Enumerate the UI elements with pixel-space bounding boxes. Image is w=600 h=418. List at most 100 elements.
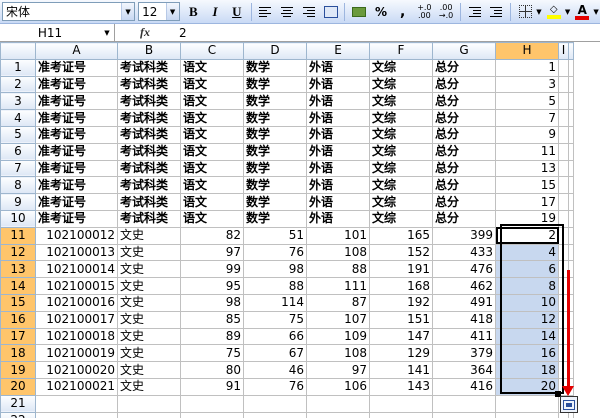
select-all-corner[interactable]: [0, 42, 36, 60]
column-header-f[interactable]: F: [369, 42, 433, 60]
column-header-a[interactable]: A: [35, 42, 118, 60]
fill-color-button[interactable]: ◇: [544, 2, 564, 22]
row-header[interactable]: 5: [0, 125, 36, 144]
cell-wz[interactable]: 165: [369, 226, 433, 245]
cell-h[interactable]: 3: [495, 75, 559, 94]
column-header-e[interactable]: E: [306, 42, 370, 60]
header-cell[interactable]: 外语: [306, 109, 370, 127]
cell-math[interactable]: 76: [243, 243, 307, 262]
chevron-down-icon[interactable]: ▼: [592, 8, 600, 16]
empty-cell[interactable]: [306, 394, 370, 413]
empty-cell[interactable]: [432, 411, 496, 418]
borders-button[interactable]: [515, 2, 535, 22]
empty-cell[interactable]: [558, 75, 569, 94]
header-cell[interactable]: 考试科类: [117, 125, 181, 144]
header-cell[interactable]: 总分: [432, 58, 496, 77]
chevron-down-icon[interactable]: ▼: [564, 8, 572, 16]
header-cell[interactable]: 准考证号: [35, 176, 118, 195]
empty-cell[interactable]: [558, 58, 569, 77]
cell-foreign[interactable]: 106: [306, 377, 370, 396]
align-center-button[interactable]: [277, 2, 297, 22]
header-cell[interactable]: 总分: [432, 92, 496, 111]
header-cell[interactable]: 语文: [180, 109, 244, 127]
cell-chinese[interactable]: 98: [180, 293, 244, 312]
header-cell[interactable]: 准考证号: [35, 159, 118, 178]
cell-foreign[interactable]: 101: [306, 226, 370, 245]
cell-type[interactable]: 文史: [117, 310, 181, 329]
cell-chinese[interactable]: 91: [180, 377, 244, 396]
empty-cell[interactable]: [558, 193, 569, 211]
header-cell[interactable]: 文综: [369, 125, 433, 144]
row-header[interactable]: 9: [0, 193, 36, 211]
header-cell[interactable]: 外语: [306, 176, 370, 195]
cell-h[interactable]: 5: [495, 92, 559, 111]
row-header[interactable]: 7: [0, 159, 36, 178]
cell-total[interactable]: 491: [432, 293, 496, 312]
increase-indent-button[interactable]: [487, 2, 507, 22]
cell-id[interactable]: 102100017: [35, 310, 118, 329]
cell-foreign[interactable]: 88: [306, 260, 370, 279]
empty-cell[interactable]: [369, 411, 433, 418]
cell-wz[interactable]: 129: [369, 344, 433, 363]
font-name-combo[interactable]: 宋体 ▼: [2, 2, 136, 21]
header-cell[interactable]: 总分: [432, 75, 496, 94]
font-color-button[interactable]: A: [572, 2, 592, 22]
header-cell[interactable]: 数学: [243, 92, 307, 111]
header-cell[interactable]: 准考证号: [35, 125, 118, 144]
header-cell[interactable]: 外语: [306, 209, 370, 228]
cell-chinese[interactable]: 97: [180, 243, 244, 262]
row-header[interactable]: 13: [0, 260, 36, 279]
column-header-i[interactable]: I: [558, 42, 569, 60]
cell-wz[interactable]: 191: [369, 260, 433, 279]
cell-h[interactable]: 10: [495, 293, 559, 312]
cell-foreign[interactable]: 97: [306, 361, 370, 379]
row-header[interactable]: 18: [0, 344, 36, 363]
cell-type[interactable]: 文史: [117, 344, 181, 363]
cell-id[interactable]: 102100020: [35, 361, 118, 379]
row-header[interactable]: 21: [0, 394, 36, 413]
header-cell[interactable]: 数学: [243, 176, 307, 195]
cell-h[interactable]: 18: [495, 361, 559, 379]
italic-button[interactable]: I: [205, 2, 225, 22]
cell-chinese[interactable]: 95: [180, 277, 244, 295]
currency-button[interactable]: [349, 2, 369, 22]
header-cell[interactable]: 准考证号: [35, 209, 118, 228]
cell-wz[interactable]: 147: [369, 327, 433, 346]
formula-input[interactable]: 2: [175, 26, 187, 40]
chevron-down-icon[interactable]: ▼: [535, 8, 543, 16]
header-cell[interactable]: 数学: [243, 159, 307, 178]
cell-chinese[interactable]: 99: [180, 260, 244, 279]
header-cell[interactable]: 总分: [432, 209, 496, 228]
cell-id[interactable]: 102100015: [35, 277, 118, 295]
empty-cell[interactable]: [180, 411, 244, 418]
align-left-button[interactable]: [256, 2, 276, 22]
empty-cell[interactable]: [568, 193, 574, 211]
header-cell[interactable]: 文综: [369, 142, 433, 161]
empty-cell[interactable]: [558, 142, 569, 161]
cell-h[interactable]: 2: [495, 226, 559, 245]
header-cell[interactable]: 语文: [180, 159, 244, 178]
cell-id[interactable]: 102100021: [35, 377, 118, 396]
cell-type[interactable]: 文史: [117, 361, 181, 379]
row-header[interactable]: 20: [0, 377, 36, 396]
cell-type[interactable]: 文史: [117, 277, 181, 295]
header-cell[interactable]: 语文: [180, 125, 244, 144]
header-cell[interactable]: 总分: [432, 109, 496, 127]
auto-fill-options-button[interactable]: [560, 396, 578, 413]
cell-type[interactable]: 文史: [117, 226, 181, 245]
header-cell[interactable]: 语文: [180, 209, 244, 228]
header-cell[interactable]: 总分: [432, 142, 496, 161]
row-header[interactable]: 19: [0, 361, 36, 379]
row-header[interactable]: 4: [0, 109, 36, 127]
header-cell[interactable]: 语文: [180, 58, 244, 77]
header-cell[interactable]: 考试科类: [117, 58, 181, 77]
empty-cell[interactable]: [35, 411, 118, 418]
header-cell[interactable]: 文综: [369, 176, 433, 195]
header-cell[interactable]: 语文: [180, 92, 244, 111]
column-header-g[interactable]: G: [432, 42, 496, 60]
column-header-next[interactable]: [568, 42, 574, 60]
row-header[interactable]: 6: [0, 142, 36, 161]
cell-foreign[interactable]: 111: [306, 277, 370, 295]
header-cell[interactable]: 文综: [369, 58, 433, 77]
header-cell[interactable]: 总分: [432, 193, 496, 211]
